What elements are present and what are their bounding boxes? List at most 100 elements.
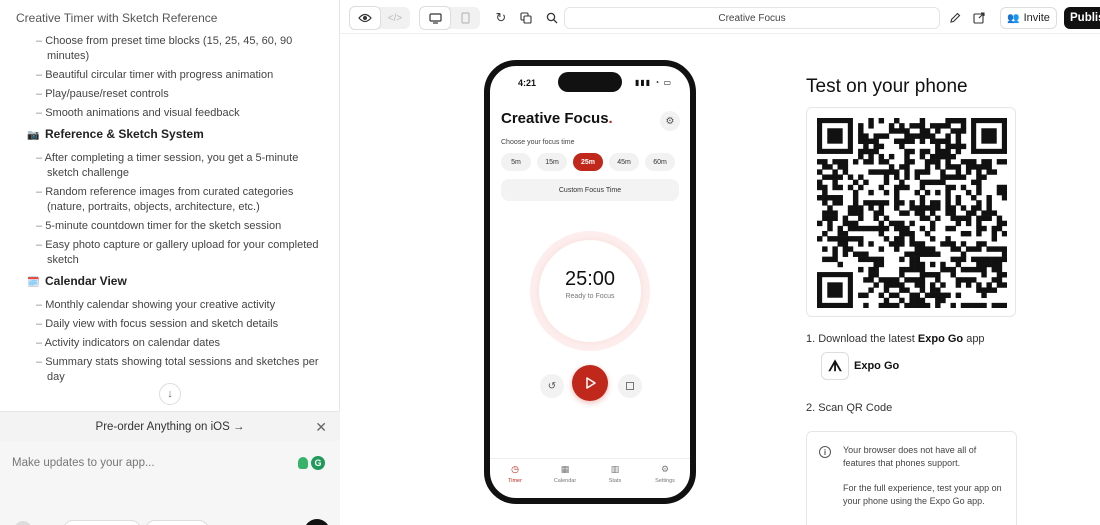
external-link-icon xyxy=(973,12,985,24)
section-emoji-icon: 🗓️ xyxy=(27,277,40,288)
eye-icon xyxy=(358,13,372,23)
timer-face xyxy=(539,240,641,342)
feature-item: Choose from preset time blocks (15, 25, … xyxy=(36,34,326,64)
phone-icon xyxy=(460,12,470,24)
section-heading: 🗓️ Calendar View xyxy=(27,274,127,288)
step-scan: 2. Scan QR Code xyxy=(806,402,893,414)
qr-code xyxy=(817,118,1007,308)
time-chip[interactable]: 45m xyxy=(609,153,639,171)
preview-toolbar: </> ↻ Creative Focus 👥 Invite Publis xyxy=(340,0,1100,34)
stop-icon xyxy=(626,382,634,390)
open-external-button[interactable] xyxy=(964,7,994,29)
time-chip[interactable]: 25m xyxy=(573,153,603,171)
timer-status: Ready to Focus xyxy=(565,293,615,300)
qr-code-box xyxy=(806,107,1016,317)
invite-button[interactable]: 👥 Invite xyxy=(1000,7,1057,29)
play-icon xyxy=(585,377,596,389)
timer-icon: ◷ xyxy=(511,464,519,474)
view-mode-group: </> xyxy=(350,7,410,29)
scroll-down-button[interactable]: ↓ xyxy=(159,383,181,405)
app-title: Creative Focus. xyxy=(501,110,613,127)
calendar-icon: ▦ xyxy=(560,464,570,474)
focus-time-label: Choose your focus time xyxy=(501,139,575,146)
phone-preview: 4:21 ▮▮▮ ◔ ▭ Creative Focus. ⚙ Choose yo… xyxy=(484,60,696,504)
custom-focus-button[interactable]: Custom Focus Time xyxy=(501,179,679,201)
play-button[interactable] xyxy=(572,365,608,401)
stop-button[interactable] xyxy=(618,374,642,398)
feature-item: Smooth animations and visual feedback xyxy=(36,106,326,121)
monitor-icon xyxy=(428,12,442,24)
tab-calendar[interactable]: ▦ Calendar xyxy=(540,459,590,498)
tab-timer[interactable]: ◷ Timer xyxy=(490,459,540,498)
invite-label: Invite xyxy=(1023,12,1050,24)
publish-button[interactable]: Publish xyxy=(1064,7,1100,29)
grammarly-icon[interactable]: G xyxy=(311,456,325,470)
extension-icon[interactable] xyxy=(298,457,308,469)
preorder-banner[interactable]: Pre-order Anything on iOS → ✕ xyxy=(0,411,340,441)
feature-item: Summary stats showing total sessions and… xyxy=(36,355,326,385)
desktop-toggle[interactable] xyxy=(420,7,450,29)
feature-list: Choose from preset time blocks (15, 25, … xyxy=(27,34,326,389)
expo-go-label[interactable]: Expo Go xyxy=(854,360,899,372)
dynamic-island xyxy=(558,72,622,92)
tab-label: Calendar xyxy=(553,478,577,484)
device-group xyxy=(420,7,480,29)
notice-text: Your browser does not have all of featur… xyxy=(843,445,1002,506)
arrow-down-icon: ↓ xyxy=(167,388,173,400)
composer: Make updates to your app... G xyxy=(0,441,340,525)
app-root: Creative Timer with Sketch Reference Cho… xyxy=(0,0,1100,525)
tab-label: Settings xyxy=(655,478,675,484)
search-button[interactable] xyxy=(540,7,564,29)
code-icon: </> xyxy=(387,12,403,24)
feature-item: Activity indicators on calendar dates xyxy=(36,336,326,351)
feature-item: Play/pause/reset controls xyxy=(36,87,326,102)
test-title: Test on your phone xyxy=(806,76,968,97)
url-bar[interactable]: Creative Focus xyxy=(564,7,940,29)
tab-stats[interactable]: ▥ Stats xyxy=(590,459,640,498)
feature-item: Daily view with focus session and sketch… xyxy=(36,317,326,332)
preorder-text: Pre-order Anything on iOS → xyxy=(95,420,245,433)
time-chip[interactable]: 5m xyxy=(501,153,531,171)
status-time: 4:21 xyxy=(518,78,537,88)
composer-option-button[interactable] xyxy=(63,520,141,525)
tab-settings[interactable]: ⚙ Settings xyxy=(640,459,690,498)
stats-icon: ▥ xyxy=(610,464,620,474)
settings-icon: ⚙ xyxy=(660,464,670,474)
gear-icon: ⚙ xyxy=(665,115,675,127)
section-heading: 📷 Reference & Sketch System xyxy=(27,127,204,141)
send-button[interactable] xyxy=(304,519,330,525)
prompt-input[interactable]: Make updates to your app... xyxy=(12,457,155,469)
refresh-icon: ↻ xyxy=(495,10,507,25)
project-title: Creative Timer with Sketch Reference xyxy=(16,11,218,25)
feature-item: Beautiful circular timer with progress a… xyxy=(36,68,326,83)
reset-icon: ↺ xyxy=(547,380,557,392)
close-icon[interactable]: ✕ xyxy=(315,419,327,436)
code-toggle[interactable]: </> xyxy=(380,7,410,29)
feature-item: Monthly calendar showing your creative a… xyxy=(36,298,326,313)
status-icons: ▮▮▮ ◔ ▭ xyxy=(634,78,672,87)
copy-button[interactable] xyxy=(514,7,538,29)
refresh-button[interactable]: ↻ xyxy=(486,7,516,29)
chat-panel: Creative Timer with Sketch Reference Cho… xyxy=(0,0,340,525)
browser-notice: i Your browser does not have all of feat… xyxy=(806,431,1017,525)
time-chips: 5m 15m 25m 45m 60m xyxy=(501,153,675,171)
tab-label: Timer xyxy=(508,478,522,484)
mobile-toggle[interactable] xyxy=(450,7,480,29)
settings-button[interactable]: ⚙ xyxy=(660,111,680,131)
feature-item: After completing a timer session, you ge… xyxy=(36,151,326,181)
time-chip[interactable]: 15m xyxy=(537,153,567,171)
feature-item: Random reference images from curated cat… xyxy=(36,185,326,215)
feature-item: 5-minute countdown timer for the sketch … xyxy=(36,219,326,234)
time-chip[interactable]: 60m xyxy=(645,153,675,171)
pencil-icon xyxy=(950,12,961,23)
expo-go-icon[interactable]: ᗑ xyxy=(821,352,849,380)
preview-toggle[interactable] xyxy=(350,7,380,29)
reset-button[interactable]: ↺ xyxy=(540,374,564,398)
section-emoji-icon: 📷 xyxy=(27,130,40,141)
composer-option-button[interactable] xyxy=(145,520,209,525)
copy-icon xyxy=(520,12,532,24)
step-download: 1. Download the latest Expo Go app xyxy=(806,333,985,345)
users-icon: 👥 xyxy=(1007,12,1020,24)
attach-icon[interactable] xyxy=(14,521,32,525)
search-icon xyxy=(546,12,558,24)
